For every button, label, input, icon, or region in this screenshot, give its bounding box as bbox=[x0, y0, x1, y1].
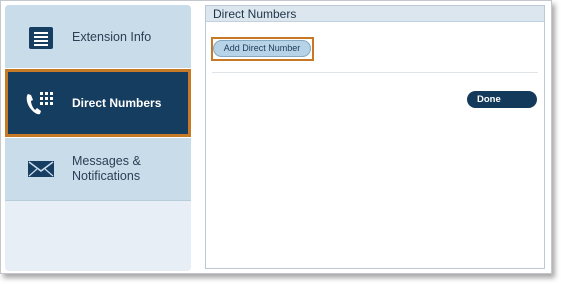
done-button[interactable]: Done bbox=[467, 91, 537, 108]
document-list-icon bbox=[28, 26, 54, 55]
sidebar-item-label: Extension Info bbox=[72, 30, 152, 44]
sidebar-item-extension-info[interactable]: Extension Info bbox=[5, 5, 191, 69]
panel-header: Direct Numbers bbox=[206, 6, 544, 22]
sidebar-item-messages-notifications[interactable]: Messages & Notifications bbox=[5, 137, 191, 201]
envelope-icon bbox=[27, 159, 55, 184]
sidebar-item-label: Messages & Notifications bbox=[72, 154, 141, 183]
sidebar-item-label: Direct Numbers bbox=[72, 96, 162, 110]
sidebar-item-direct-numbers[interactable]: Direct Numbers bbox=[5, 69, 191, 137]
direct-numbers-panel: Direct Numbers Add Direct Number Done bbox=[205, 5, 545, 269]
sidebar: Extension Info Direct Numbers Messages &… bbox=[5, 5, 191, 271]
window-frame: Extension Info Direct Numbers Messages &… bbox=[0, 0, 552, 274]
divider bbox=[212, 72, 538, 73]
add-direct-number-button[interactable]: Add Direct Number bbox=[213, 40, 311, 57]
phone-keypad-icon bbox=[25, 90, 57, 121]
page-title: Direct Numbers bbox=[213, 7, 297, 21]
